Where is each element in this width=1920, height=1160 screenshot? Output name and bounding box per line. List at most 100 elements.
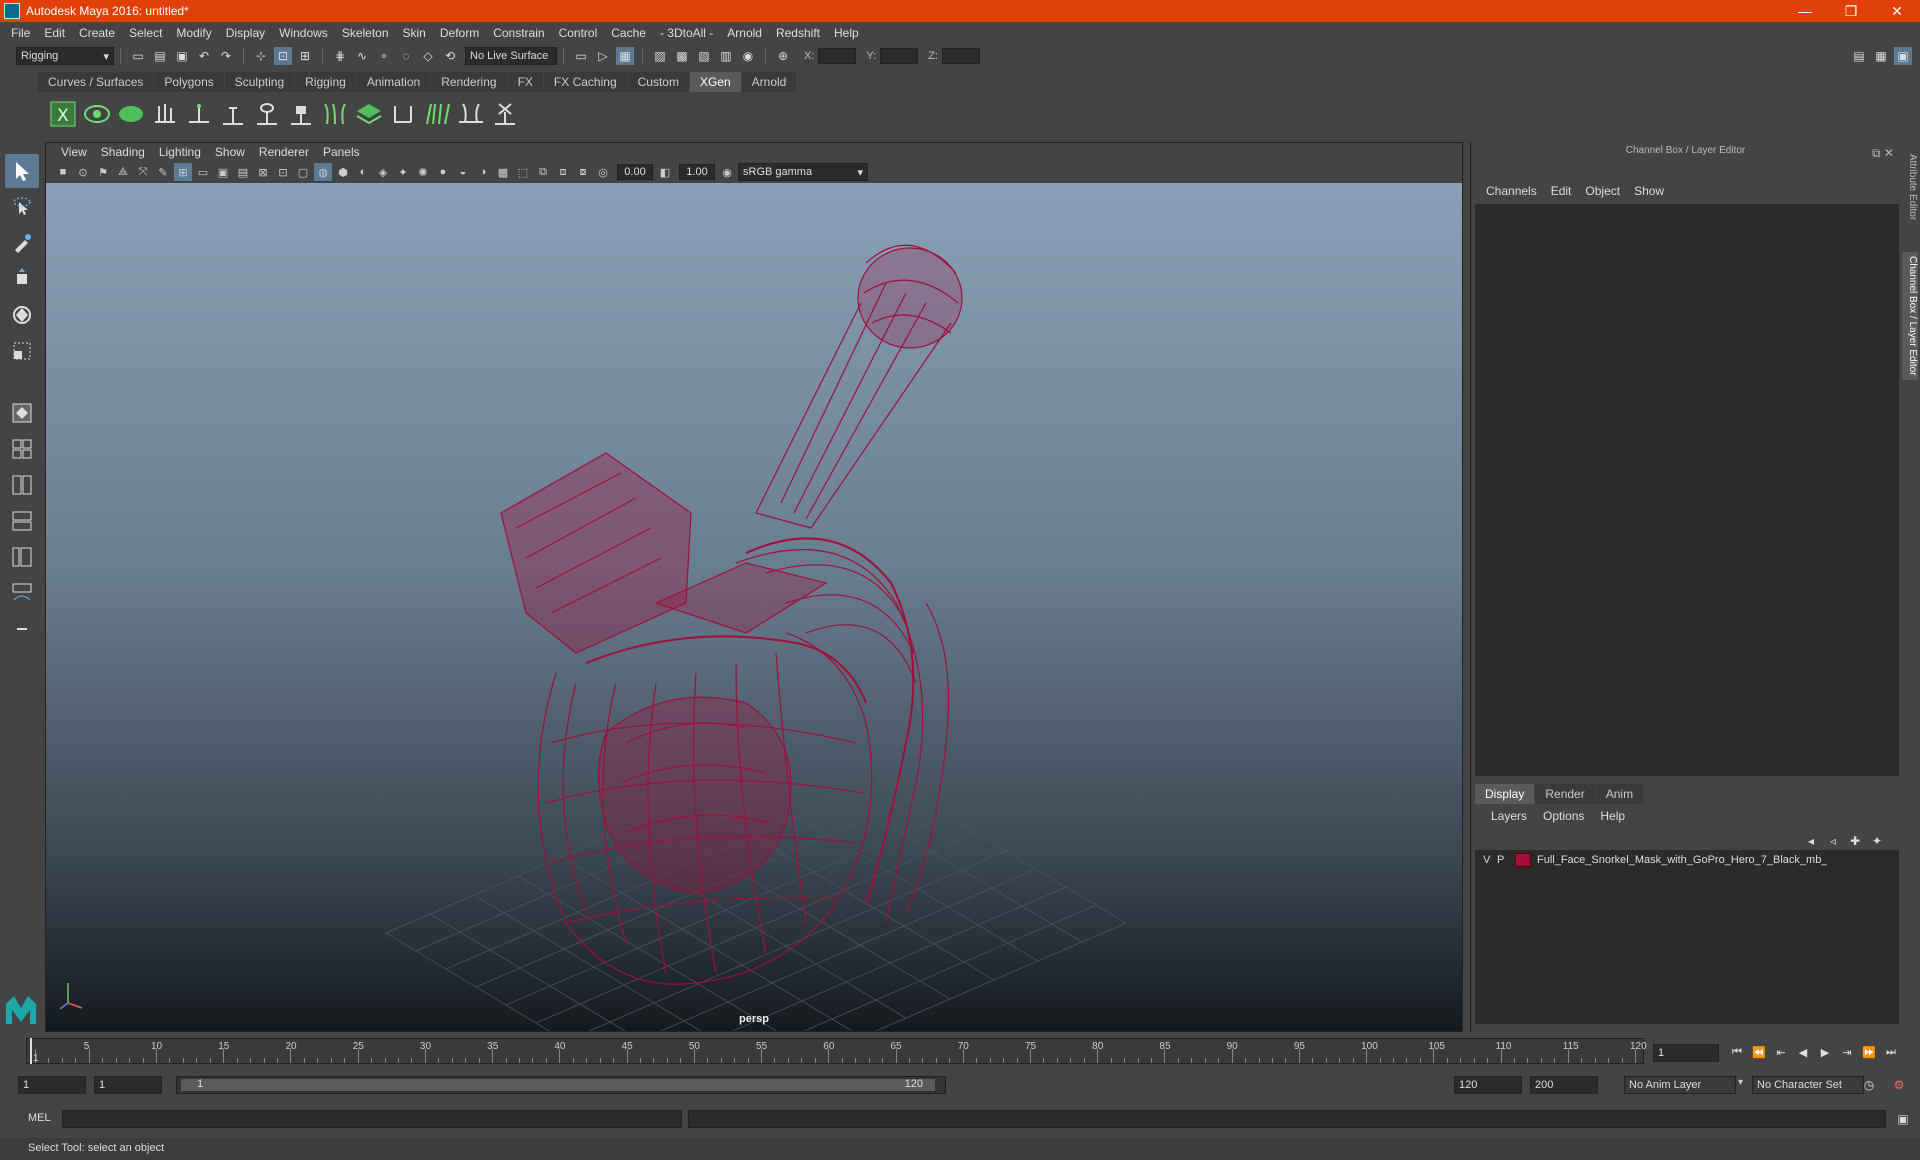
layout-four-pane-icon[interactable]: [5, 432, 39, 466]
menu-windows[interactable]: Windows: [272, 22, 335, 44]
image-plane-icon[interactable]: ⟁: [114, 163, 132, 181]
cb-menu-channels[interactable]: Channels: [1479, 184, 1544, 198]
play-forwards-icon[interactable]: ▶: [1814, 1042, 1836, 1062]
animation-end-field[interactable]: 200: [1530, 1076, 1598, 1094]
layer-menu-help[interactable]: Help: [1592, 809, 1633, 823]
minimize-button[interactable]: —: [1782, 0, 1828, 22]
xgen-create-description-icon[interactable]: [116, 99, 146, 129]
textured-icon[interactable]: ◈: [374, 163, 392, 181]
construction-history-icon[interactable]: ▦: [616, 47, 634, 65]
step-back-icon[interactable]: ⏪: [1748, 1042, 1770, 1062]
layer-color-swatch[interactable]: [1515, 853, 1531, 867]
new-scene-icon[interactable]: ▭: [129, 47, 147, 65]
two-d-pan-zoom-icon[interactable]: ⤧: [134, 163, 152, 181]
step-back-key-icon[interactable]: ⇤: [1770, 1042, 1792, 1062]
layout-outliner-graph-icon[interactable]: [5, 576, 39, 610]
wireframe-mode-icon[interactable]: ◍: [314, 163, 332, 181]
anim-layer-dropdown[interactable]: No Anim Layer: [1624, 1076, 1736, 1094]
shelf-tab-fx-caching[interactable]: FX Caching: [543, 72, 627, 92]
redo-icon[interactable]: ↷: [217, 47, 235, 65]
live-surface-field[interactable]: No Live Surface: [465, 47, 557, 65]
viewport-menu-show[interactable]: Show: [208, 145, 252, 159]
shelf-tab-xgen[interactable]: XGen: [689, 72, 741, 92]
time-slider-track[interactable]: 1 5 10 15 20 25 30 35 40 45 50 55 60 65 70 75 80 85 90 95 10…: [26, 1038, 1647, 1064]
undo-icon[interactable]: ↶: [195, 47, 213, 65]
viewport-menu-renderer[interactable]: Renderer: [252, 145, 316, 159]
new-layer-icon[interactable]: ✦: [1868, 832, 1886, 850]
playback-end-field[interactable]: 120: [1454, 1076, 1522, 1094]
motion-blur-icon[interactable]: ◑: [474, 163, 492, 181]
exposure-icon[interactable]: ◎: [594, 163, 612, 181]
channel-box-body[interactable]: [1475, 204, 1899, 776]
xray-active-components-icon[interactable]: ⧇: [574, 163, 592, 181]
gamma-field[interactable]: 1.00: [679, 164, 715, 180]
resolution-gate-icon[interactable]: ▣: [214, 163, 232, 181]
camera-select-icon[interactable]: ■: [54, 163, 72, 181]
shelf-menu-icon[interactable]: [0, 68, 38, 92]
animation-start-field[interactable]: 1: [18, 1076, 86, 1094]
menu-file[interactable]: File: [4, 22, 37, 44]
script-editor-icon[interactable]: ▣: [1894, 1110, 1912, 1128]
lasso-tool-icon[interactable]: [5, 190, 39, 224]
layer-tab-render[interactable]: Render: [1535, 784, 1595, 804]
xgen-preview-icon[interactable]: [82, 99, 112, 129]
attribute-editor-side-tab[interactable]: Attribute Editor: [1902, 150, 1918, 224]
xgen-lock-guide-icon[interactable]: [286, 99, 316, 129]
current-frame-marker[interactable]: [30, 1038, 32, 1064]
move-layer-down-icon[interactable]: ◃: [1824, 832, 1842, 850]
layout-single-pane-icon[interactable]: [5, 396, 39, 430]
menu-help[interactable]: Help: [827, 22, 866, 44]
snap-grid-icon[interactable]: ⋕: [331, 47, 349, 65]
wireframe-on-shaded-icon[interactable]: ◐: [354, 163, 372, 181]
shelf-tab-fx[interactable]: FX: [507, 72, 543, 92]
viewport-menu-lighting[interactable]: Lighting: [152, 145, 208, 159]
xgen-guides-icon[interactable]: [150, 99, 180, 129]
isolate-select-icon[interactable]: ⬚: [514, 163, 532, 181]
layer-tab-anim[interactable]: Anim: [1595, 784, 1644, 804]
layer-menu-layers[interactable]: Layers: [1483, 809, 1535, 823]
float-close-icon[interactable]: ⧉ ✕: [1872, 144, 1894, 162]
shelf-tab-sculpting[interactable]: Sculpting: [224, 72, 295, 92]
menu-skeleton[interactable]: Skeleton: [335, 22, 396, 44]
menu-cache[interactable]: Cache: [604, 22, 653, 44]
go-to-start-icon[interactable]: ⏮: [1726, 1042, 1748, 1062]
xgen-guides-to-curves-icon[interactable]: [320, 99, 350, 129]
layer-tab-display[interactable]: Display: [1475, 784, 1535, 804]
xgen-add-guide-icon[interactable]: [184, 99, 214, 129]
paint-select-tool-icon[interactable]: [5, 226, 39, 260]
view-transform-dropdown[interactable]: sRGB gamma ▾: [738, 163, 868, 181]
xray-icon[interactable]: ⧉: [534, 163, 552, 181]
menu-skin[interactable]: Skin: [396, 22, 433, 44]
xgen-select-guide-icon[interactable]: [252, 99, 282, 129]
range-slider-bar[interactable]: 1 120: [176, 1076, 946, 1094]
xray-joints-icon[interactable]: ⧈: [554, 163, 572, 181]
shelf-tab-curves-surfaces[interactable]: Curves / Surfaces: [38, 72, 154, 92]
xgen-editor-icon[interactable]: X: [48, 99, 78, 129]
mel-command-input[interactable]: [62, 1110, 682, 1128]
field-chart-icon[interactable]: ⊠: [254, 163, 272, 181]
cb-menu-object[interactable]: Object: [1578, 184, 1627, 198]
use-all-lights-icon[interactable]: ✦: [394, 163, 412, 181]
transform-mode-icon[interactable]: ⊕: [774, 47, 792, 65]
snap-view-icon[interactable]: ◌: [397, 47, 415, 65]
snap-curve-icon[interactable]: ∿: [353, 47, 371, 65]
scale-tool-icon[interactable]: [5, 334, 39, 368]
gamma-icon[interactable]: ◧: [656, 163, 674, 181]
output-ops-icon[interactable]: ▷: [594, 47, 612, 65]
menu-create[interactable]: Create: [72, 22, 122, 44]
shelf-tab-animation[interactable]: Animation: [356, 72, 431, 92]
current-frame-field[interactable]: 1: [1653, 1044, 1719, 1062]
menu-deform[interactable]: Deform: [433, 22, 486, 44]
xgen-ground-icon[interactable]: [456, 99, 486, 129]
play-backwards-icon[interactable]: ◀: [1792, 1042, 1814, 1062]
color-management-icon[interactable]: ◉: [718, 163, 736, 181]
xgen-delete-guide-icon[interactable]: [490, 99, 520, 129]
shelf-tab-rigging[interactable]: Rigging: [295, 72, 356, 92]
input-ops-icon[interactable]: ▭: [572, 47, 590, 65]
channel-box-side-tab[interactable]: Channel Box / Layer Editor: [1902, 252, 1918, 380]
select-object-icon[interactable]: ⊡: [274, 47, 292, 65]
layout-persp-outliner-icon[interactable]: [5, 540, 39, 574]
xgen-layer-icon[interactable]: [354, 99, 384, 129]
playback-start-field[interactable]: 1: [94, 1076, 162, 1094]
save-scene-icon[interactable]: ▣: [173, 47, 191, 65]
